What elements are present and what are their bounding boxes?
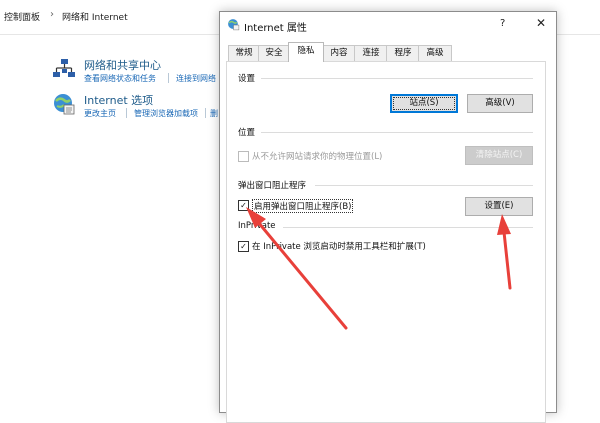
network-status-link[interactable]: 查看网络状态和任务 (84, 73, 156, 84)
dialog-title: Internet 属性 (244, 23, 307, 34)
network-icon (53, 59, 75, 77)
tab-privacy[interactable]: 隐私 (288, 42, 324, 62)
internet-properties-dialog: Internet 属性 ? ✕ 常规 安全 隐私 内容 连接 程序 高级 设置 … (219, 11, 557, 423)
breadcrumb-current[interactable]: 网络和 Internet (62, 10, 128, 23)
section-divider (261, 132, 533, 133)
change-homepage-link[interactable]: 更改主页 (84, 108, 116, 119)
sites-button[interactable]: 站点(S) (390, 94, 458, 113)
tab-advanced[interactable]: 高级 (418, 45, 452, 61)
tab-programs[interactable]: 程序 (386, 45, 420, 61)
manage-addons-link[interactable]: 管理浏览器加载项 (134, 108, 198, 119)
section-divider (315, 185, 533, 186)
connect-network-link[interactable]: 连接到网络 (176, 73, 216, 84)
inprivate-section-label: InPrivate (238, 221, 276, 231)
privacy-panel: 设置 站点(S) 高级(V) 位置 从不允许网站请求你的物理位置(L) 清除站点… (226, 61, 546, 423)
tab-connections[interactable]: 连接 (354, 45, 388, 61)
help-button[interactable]: ? (500, 18, 505, 29)
tab-general[interactable]: 常规 (228, 45, 260, 61)
disable-toolbars-label: 在 InPrivate 浏览启动时禁用工具栏和扩展(T) (252, 242, 426, 252)
section-divider (283, 227, 533, 228)
section-divider (261, 78, 533, 79)
internet-options-icon (228, 19, 240, 31)
popup-blocker-section-label: 弹出窗口阻止程序 (238, 181, 307, 191)
enable-popup-blocker-label: 启用弹出窗口阻止程序(B) (252, 199, 354, 213)
tab-content[interactable]: 内容 (322, 45, 356, 61)
internet-options-title[interactable]: Internet 选项 (84, 92, 153, 108)
network-center-title[interactable]: 网络和共享中心 (84, 57, 161, 73)
never-allow-location-row[interactable]: 从不允许网站请求你的物理位置(L) (238, 150, 438, 162)
tab-security[interactable]: 安全 (258, 45, 290, 61)
settings-section-label: 设置 (238, 74, 256, 84)
link-divider (126, 108, 127, 118)
breadcrumb-root[interactable]: 控制面板 (4, 10, 40, 23)
enable-popup-blocker-row[interactable]: ✓ 启用弹出窗口阻止程序(B) (238, 199, 388, 213)
dialog-titlebar[interactable]: Internet 属性 ? ✕ (220, 12, 556, 38)
disable-toolbars-row[interactable]: ✓ 在 InPrivate 浏览启动时禁用工具栏和扩展(T) (238, 240, 468, 252)
breadcrumb-separator: › (50, 9, 54, 20)
close-button[interactable]: ✕ (536, 16, 546, 30)
link-divider (168, 73, 169, 83)
location-section-label: 位置 (238, 128, 256, 138)
disable-toolbars-checkbox[interactable]: ✓ (238, 241, 249, 252)
tab-strip: 常规 安全 隐私 内容 连接 程序 高级 (226, 42, 544, 62)
internet-options-icon (54, 94, 75, 115)
advanced-settings-button[interactable]: 高级(V) (467, 94, 533, 113)
link-divider (205, 108, 206, 118)
delete-history-link[interactable]: 删 (210, 108, 218, 119)
clear-sites-button[interactable]: 清除站点(C) (465, 146, 533, 165)
popup-settings-button[interactable]: 设置(E) (465, 197, 533, 216)
never-allow-location-checkbox[interactable] (238, 151, 249, 162)
enable-popup-blocker-checkbox[interactable]: ✓ (238, 200, 249, 211)
never-allow-location-label: 从不允许网站请求你的物理位置(L) (252, 152, 383, 162)
